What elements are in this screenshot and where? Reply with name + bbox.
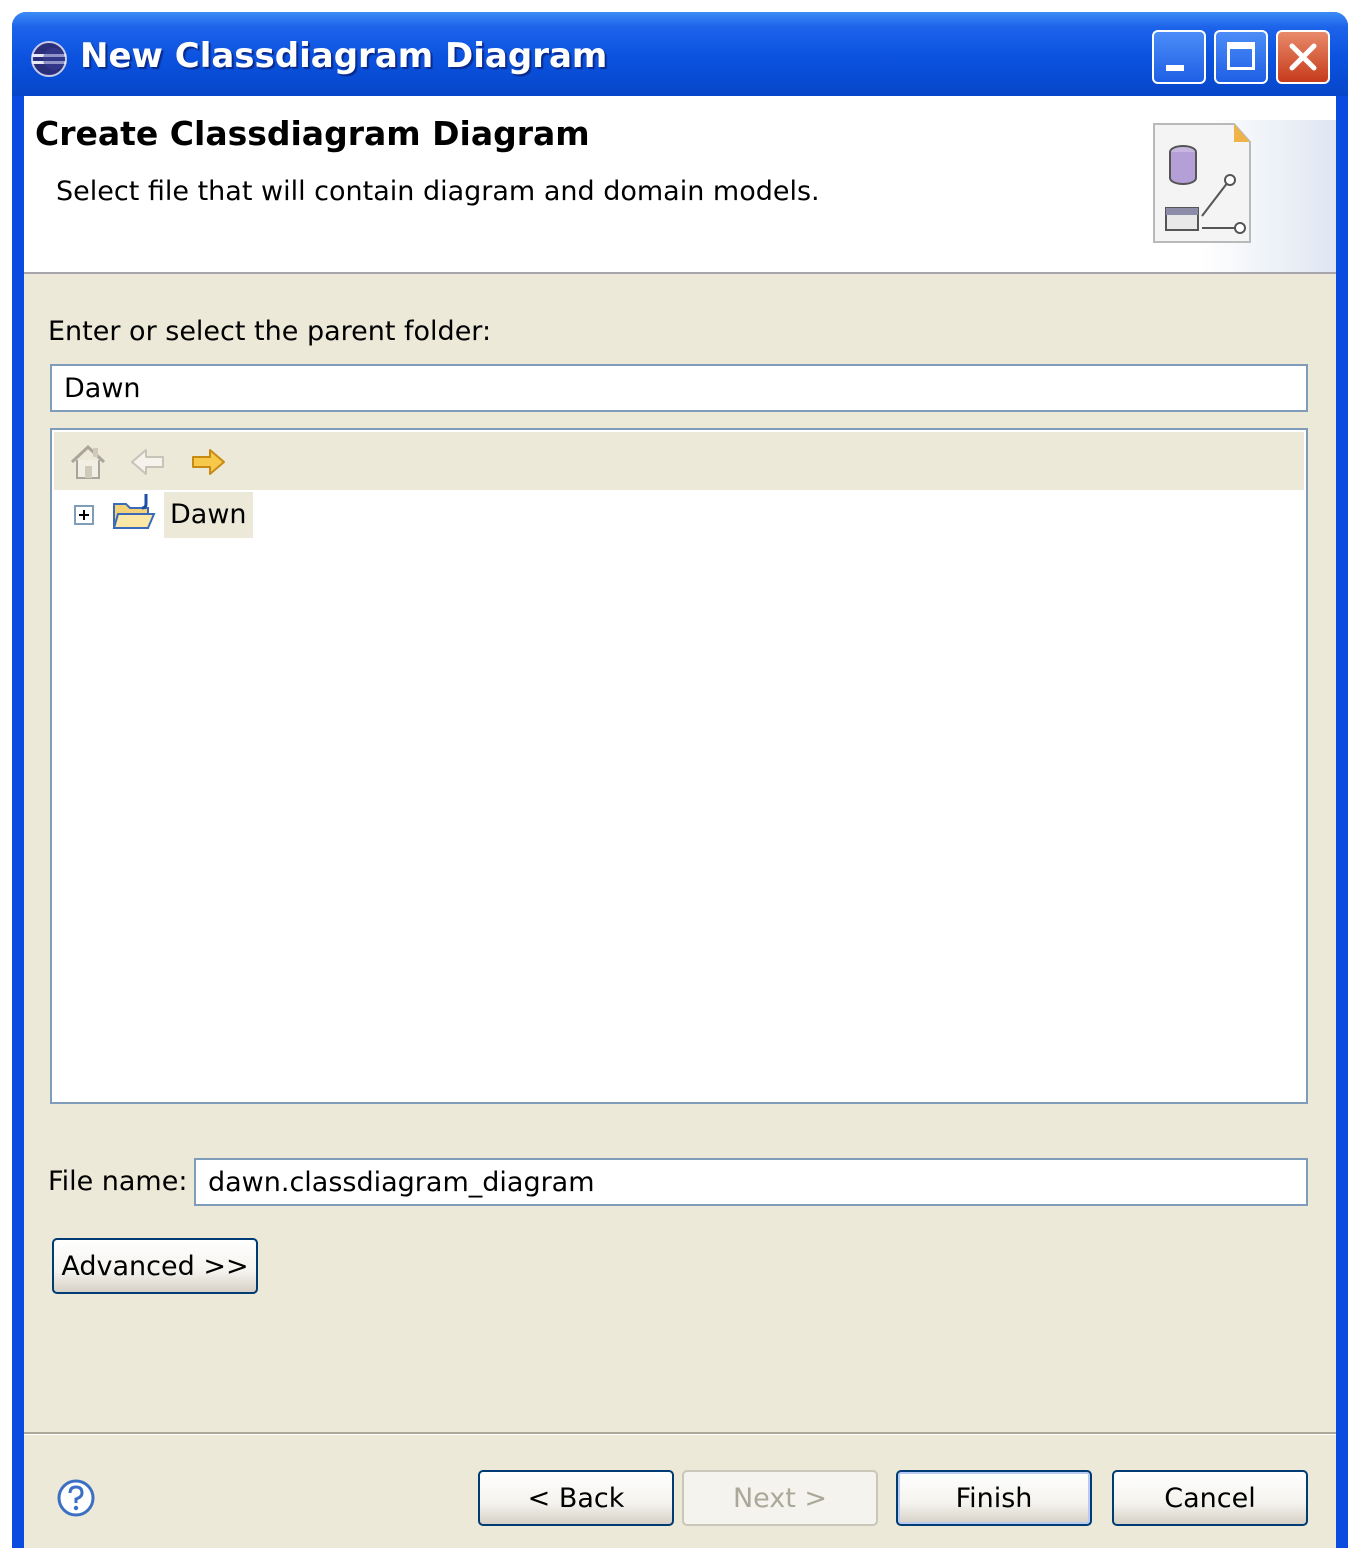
wizard-header: Create Classdiagram Diagram Select file … bbox=[24, 96, 1336, 274]
file-name-label: File name: bbox=[48, 1166, 188, 1197]
tree-item-dawn[interactable]: Dawn bbox=[52, 492, 452, 538]
finish-button[interactable]: Finish bbox=[896, 1470, 1092, 1526]
advanced-button[interactable]: Advanced >> bbox=[52, 1238, 258, 1294]
forward-arrow-icon[interactable] bbox=[188, 442, 228, 482]
expand-icon[interactable] bbox=[74, 505, 94, 525]
cancel-button[interactable]: Cancel bbox=[1112, 1470, 1308, 1526]
page-description: Select file that will contain diagram an… bbox=[56, 176, 820, 207]
back-button[interactable]: < Back bbox=[478, 1470, 674, 1526]
home-icon[interactable] bbox=[68, 442, 108, 482]
diagram-wizard-icon bbox=[1153, 120, 1336, 272]
close-icon bbox=[1289, 43, 1317, 71]
file-name-input[interactable] bbox=[194, 1158, 1308, 1206]
dialog-client-area: Create Classdiagram Diagram Select file … bbox=[24, 96, 1336, 1548]
parent-folder-label: Enter or select the parent folder: bbox=[48, 316, 492, 347]
project-folder-icon bbox=[112, 494, 156, 529]
close-button[interactable] bbox=[1276, 30, 1330, 84]
title-bar[interactable]: New Classdiagram Diagram bbox=[12, 12, 1348, 96]
maximize-icon bbox=[1227, 42, 1255, 70]
help-icon[interactable] bbox=[56, 1478, 96, 1518]
folder-tree[interactable]: Dawn bbox=[50, 428, 1308, 1104]
dialog-window: New Classdiagram Diagram Create Classdia… bbox=[12, 12, 1348, 1548]
window-title: New Classdiagram Diagram bbox=[80, 36, 608, 76]
tree-toolbar bbox=[54, 432, 1304, 490]
back-arrow-icon[interactable] bbox=[128, 442, 168, 482]
minimize-icon bbox=[1166, 65, 1184, 71]
parent-folder-input[interactable] bbox=[50, 364, 1308, 412]
minimize-button[interactable] bbox=[1152, 30, 1206, 84]
maximize-button[interactable] bbox=[1214, 30, 1268, 84]
page-title: Create Classdiagram Diagram bbox=[35, 114, 590, 153]
eclipse-icon bbox=[31, 41, 67, 77]
button-bar-separator bbox=[24, 1432, 1336, 1435]
tree-item-label: Dawn bbox=[164, 492, 253, 538]
next-button[interactable]: Next > bbox=[682, 1470, 878, 1526]
